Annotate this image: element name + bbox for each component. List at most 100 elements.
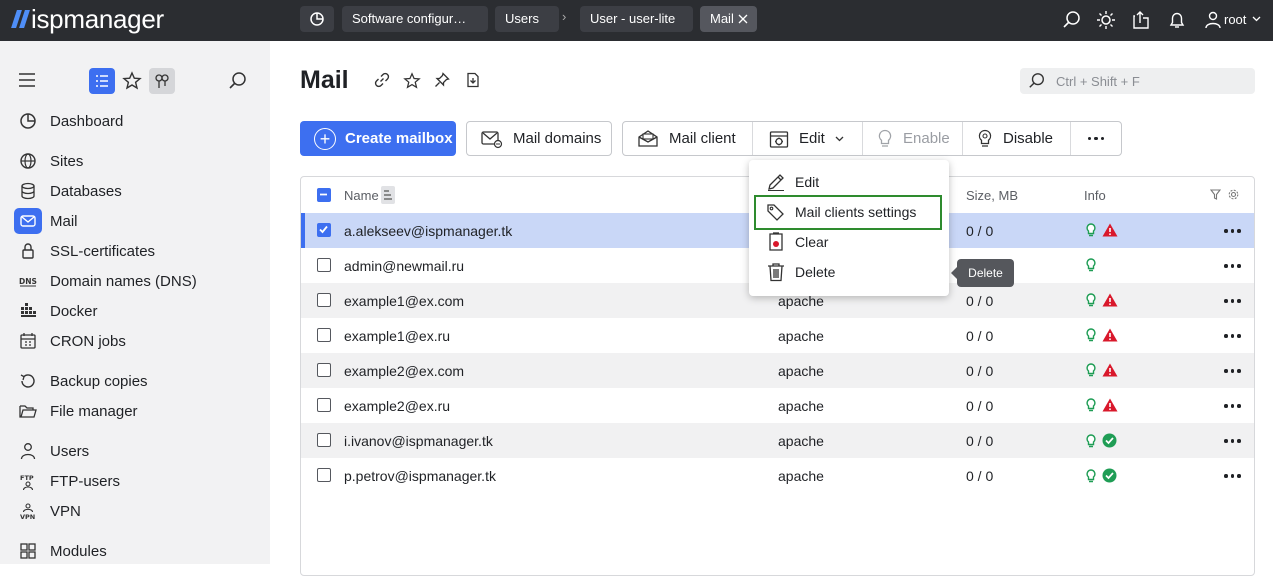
sidebar-item-users[interactable]: Users bbox=[14, 438, 254, 464]
menu-item-delete[interactable]: Delete bbox=[749, 257, 949, 287]
row-checkbox[interactable] bbox=[317, 258, 331, 272]
row-actions-icon[interactable] bbox=[1224, 439, 1241, 443]
breadcrumb-users[interactable]: Users bbox=[495, 6, 559, 32]
sidebar-item-ssl[interactable]: SSL-certificates bbox=[14, 238, 254, 264]
column-info[interactable]: Info bbox=[1084, 188, 1106, 203]
menu-item-label: Delete bbox=[795, 264, 836, 280]
create-mailbox-button[interactable]: + Create mailbox bbox=[300, 121, 456, 156]
more-actions-button[interactable] bbox=[1071, 122, 1121, 155]
sidebar-list-view-button[interactable] bbox=[89, 68, 115, 94]
row-checkbox[interactable] bbox=[317, 433, 331, 447]
check-circle-icon bbox=[1102, 468, 1117, 483]
sidebar-item-file-manager[interactable]: File manager bbox=[14, 398, 254, 424]
favorite-star-icon[interactable] bbox=[403, 72, 421, 90]
column-size[interactable]: Size, MB bbox=[966, 188, 1018, 203]
sidebar-item-backup[interactable]: Backup copies bbox=[14, 368, 254, 394]
backup-icon bbox=[14, 368, 42, 394]
top-bar: ispmanager Software configur… Users › Us… bbox=[0, 0, 1273, 41]
column-name[interactable]: Name bbox=[344, 188, 379, 203]
bulb-on-icon bbox=[1086, 468, 1096, 482]
row-checkbox[interactable] bbox=[317, 328, 331, 342]
row-actions-icon[interactable] bbox=[1224, 474, 1241, 478]
search-icon bbox=[1029, 73, 1044, 88]
sidebar-pinned-button[interactable] bbox=[149, 68, 175, 94]
dashboard-shortcut-button[interactable] bbox=[300, 6, 334, 32]
sidebar-search-icon[interactable] bbox=[228, 71, 248, 91]
sidebar-item-docker[interactable]: Docker bbox=[14, 298, 254, 324]
chevron-down-icon[interactable] bbox=[1252, 16, 1261, 22]
table-row[interactable]: i.ivanov@ispmanager.tk apache 0 / 0 bbox=[301, 423, 1254, 458]
logo-text: ispmanager bbox=[31, 3, 164, 34]
table-row[interactable]: example1@ex.ru apache 0 / 0 bbox=[301, 318, 1254, 353]
menu-item-edit[interactable]: Edit bbox=[749, 167, 949, 197]
sidebar-item-label: Docker bbox=[50, 302, 98, 320]
row-actions-icon[interactable] bbox=[1224, 299, 1241, 303]
row-actions-icon[interactable] bbox=[1224, 404, 1241, 408]
logo[interactable]: ispmanager bbox=[11, 3, 164, 34]
breadcrumb-mail[interactable]: Mail bbox=[700, 6, 757, 32]
sort-icon[interactable] bbox=[381, 186, 395, 204]
star-icon[interactable] bbox=[122, 71, 142, 91]
sidebar-item-vpn[interactable]: VPN VPN bbox=[14, 498, 254, 524]
sidebar-item-dns[interactable]: DNS Domain names (DNS) bbox=[14, 268, 254, 294]
close-icon[interactable] bbox=[738, 14, 748, 24]
toolbar-group: Mail client Edit Enable Disable bbox=[622, 121, 1122, 156]
row-checkbox[interactable] bbox=[317, 363, 331, 377]
menu-item-clear[interactable]: Clear bbox=[749, 227, 949, 257]
warning-icon bbox=[1102, 328, 1118, 342]
mailbox-size: 0 / 0 bbox=[966, 328, 994, 344]
sidebar-item-label: Sites bbox=[50, 152, 84, 170]
row-checkbox[interactable] bbox=[317, 398, 331, 412]
sidebar-item-label: File manager bbox=[50, 402, 138, 420]
mail-domains-button[interactable]: Mail domains bbox=[466, 121, 612, 156]
settings-gear-icon[interactable] bbox=[1228, 189, 1239, 200]
disable-button[interactable]: Disable bbox=[963, 122, 1071, 155]
pinned-icon bbox=[155, 74, 169, 88]
export-icon[interactable] bbox=[1131, 10, 1151, 30]
sidebar-item-mail[interactable]: Mail bbox=[14, 208, 254, 234]
row-actions-icon[interactable] bbox=[1224, 369, 1241, 373]
sidebar-item-databases[interactable]: Databases bbox=[14, 178, 254, 204]
breadcrumb-software[interactable]: Software configur… bbox=[342, 6, 488, 32]
sidebar-item-ftp-users[interactable]: FTP FTP-users bbox=[14, 468, 254, 494]
bell-icon[interactable] bbox=[1167, 10, 1187, 30]
table-row[interactable]: example2@ex.com apache 0 / 0 bbox=[301, 353, 1254, 388]
row-actions-icon[interactable] bbox=[1224, 334, 1241, 338]
row-checkbox[interactable] bbox=[317, 223, 331, 237]
edit-dropdown-button[interactable]: Edit bbox=[753, 122, 863, 155]
filter-icon[interactable] bbox=[1210, 189, 1221, 200]
row-checkbox[interactable] bbox=[317, 293, 331, 307]
row-actions-icon[interactable] bbox=[1224, 229, 1241, 233]
user-name[interactable]: root bbox=[1224, 12, 1246, 27]
link-icon[interactable] bbox=[374, 72, 390, 88]
sidebar-item-label: Domain names (DNS) bbox=[50, 272, 197, 290]
theme-sun-icon[interactable] bbox=[1096, 10, 1116, 30]
sidebar-item-dashboard[interactable]: Dashboard bbox=[14, 108, 254, 134]
pin-icon[interactable] bbox=[434, 72, 450, 88]
menu-icon[interactable] bbox=[18, 73, 36, 87]
info-cell bbox=[1086, 398, 1118, 412]
row-actions-icon[interactable] bbox=[1224, 264, 1241, 268]
table-row[interactable]: p.petrov@ispmanager.tk apache 0 / 0 bbox=[301, 458, 1254, 493]
mailbox-name: admin@newmail.ru bbox=[344, 258, 465, 274]
mailbox-name: example1@ex.com bbox=[344, 293, 465, 309]
sidebar-item-sites[interactable]: Sites bbox=[14, 148, 254, 174]
global-search-input[interactable]: Ctrl + Shift + F bbox=[1020, 68, 1255, 94]
info-cell bbox=[1086, 293, 1118, 307]
highlight-box bbox=[754, 195, 942, 230]
document-export-icon[interactable] bbox=[465, 72, 481, 88]
delete-tooltip: Delete bbox=[951, 259, 1014, 287]
trash-icon bbox=[765, 262, 787, 282]
sidebar-item-modules[interactable]: Modules bbox=[14, 538, 254, 564]
mailbox-size: 0 / 0 bbox=[966, 468, 994, 484]
sidebar-item-cron[interactable]: CRON jobs bbox=[14, 328, 254, 354]
table-row[interactable]: example2@ex.ru apache 0 / 0 bbox=[301, 388, 1254, 423]
mail-client-button[interactable]: Mail client bbox=[623, 122, 753, 155]
enable-button[interactable]: Enable bbox=[863, 122, 963, 155]
breadcrumb-user-lite[interactable]: User - user-lite bbox=[580, 6, 693, 32]
row-checkbox[interactable] bbox=[317, 468, 331, 482]
select-all-checkbox[interactable] bbox=[317, 188, 331, 202]
search-icon[interactable] bbox=[1062, 10, 1082, 30]
breadcrumb-mail-label: Mail bbox=[710, 11, 734, 26]
user-icon[interactable] bbox=[1203, 10, 1223, 30]
